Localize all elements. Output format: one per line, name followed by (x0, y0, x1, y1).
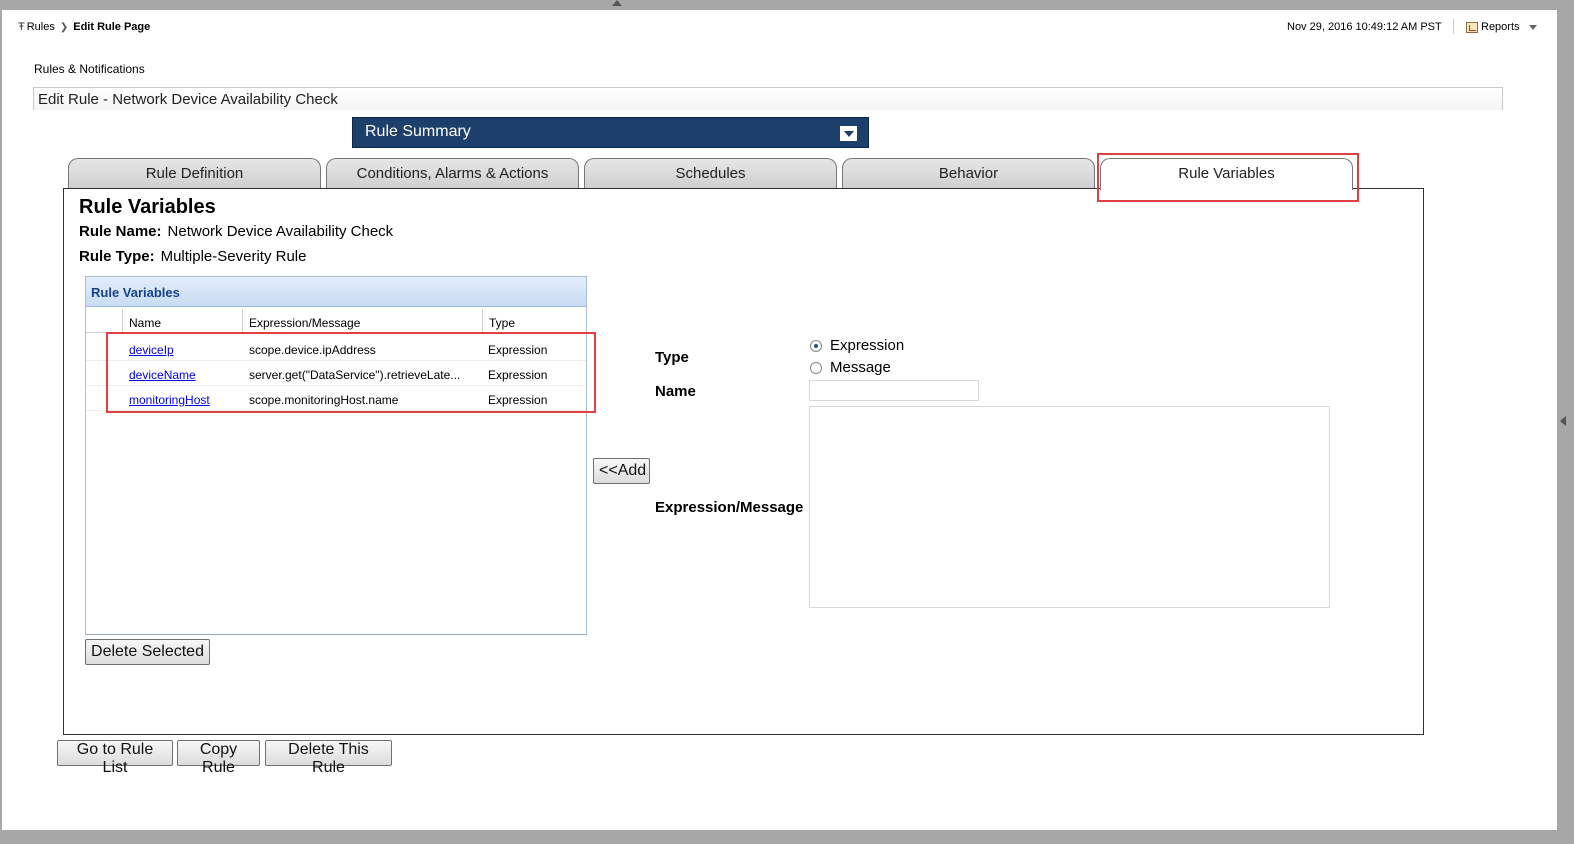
name-field[interactable] (809, 380, 979, 401)
radio-message[interactable] (810, 361, 822, 374)
type-option-expression[interactable]: Expression (810, 337, 904, 354)
rule-name-line: Rule Name: Network Device Availability Ch… (79, 223, 393, 240)
page-title: Edit Rule - Network Device Availability … (33, 87, 1503, 110)
breadcrumb-current: Edit Rule Page (73, 21, 151, 33)
rows-highlight-box (106, 332, 596, 413)
rule-summary-dropdown[interactable]: Rule Summary (352, 117, 869, 148)
rule-name-label: Rule Name: (79, 223, 162, 240)
reports-menu[interactable]: Reports (1466, 21, 1537, 33)
copy-rule-button[interactable]: Copy Rule (177, 740, 260, 776)
delete-selected-button[interactable]: Delete Selected (85, 639, 210, 665)
tab-rule-definition[interactable]: Rule Definition (68, 158, 321, 189)
rule-name-value: Network Device Availability Check (167, 223, 394, 240)
chevron-down-icon[interactable] (840, 126, 857, 141)
chevron-down-icon (1528, 24, 1537, 30)
collapse-side-arrow-icon[interactable] (1560, 416, 1566, 426)
breadcrumb-rules-link[interactable]: Rules (27, 21, 55, 33)
expression-message-label: Expression/Message (655, 499, 804, 516)
expression-message-field[interactable] (809, 406, 1330, 608)
grid-header: Name Expression/Message Type (86, 309, 586, 333)
grid-title: Rule Variables (86, 277, 586, 307)
rule-type-line: Rule Type: Multiple-Severity Rule (79, 248, 306, 265)
reports-icon (1466, 21, 1478, 33)
rule-type-label: Rule Type: (79, 248, 155, 265)
tab-behavior[interactable]: Behavior (842, 158, 1095, 189)
section-label: Rules & Notifications (34, 62, 145, 76)
rule-summary-label: Rule Summary (365, 123, 471, 140)
rules-tree-icon: Ŧ (18, 21, 25, 33)
breadcrumb-chevron-icon: ❯ (59, 21, 69, 33)
panel-heading: Rule Variables (79, 196, 216, 218)
breadcrumb: Ŧ Rules ❯ Edit Rule Page (18, 21, 150, 33)
radio-message-label: Message (830, 359, 891, 376)
header-divider (1453, 19, 1454, 34)
rule-variables-grid: Rule Variables Name Expression/Message T… (85, 276, 587, 635)
reports-label: Reports (1481, 21, 1520, 33)
column-header-expression[interactable]: Expression/Message (242, 309, 482, 333)
go-to-rule-list-button[interactable]: Go to Rule List (57, 740, 173, 776)
add-variable-button[interactable]: <<Add (593, 458, 650, 484)
type-option-message[interactable]: Message (810, 359, 891, 376)
column-header-name[interactable]: Name (122, 309, 242, 333)
delete-this-rule-button[interactable]: Delete This Rule (265, 740, 392, 776)
tab-schedules[interactable]: Schedules (584, 158, 837, 189)
column-header-type[interactable]: Type (482, 309, 588, 333)
radio-expression[interactable] (810, 339, 822, 352)
collapse-top-arrow-icon[interactable] (612, 0, 622, 6)
tab-conditions-alarms-actions[interactable]: Conditions, Alarms & Actions (326, 158, 579, 189)
tab-highlight-box (1097, 153, 1359, 202)
grid-header-select (86, 309, 122, 333)
name-label: Name (655, 383, 696, 400)
timestamp: Nov 29, 2016 10:49:12 AM PST (1287, 21, 1442, 33)
rule-type-value: Multiple-Severity Rule (160, 248, 307, 265)
type-label: Type (655, 349, 689, 366)
radio-expression-label: Expression (830, 337, 905, 354)
